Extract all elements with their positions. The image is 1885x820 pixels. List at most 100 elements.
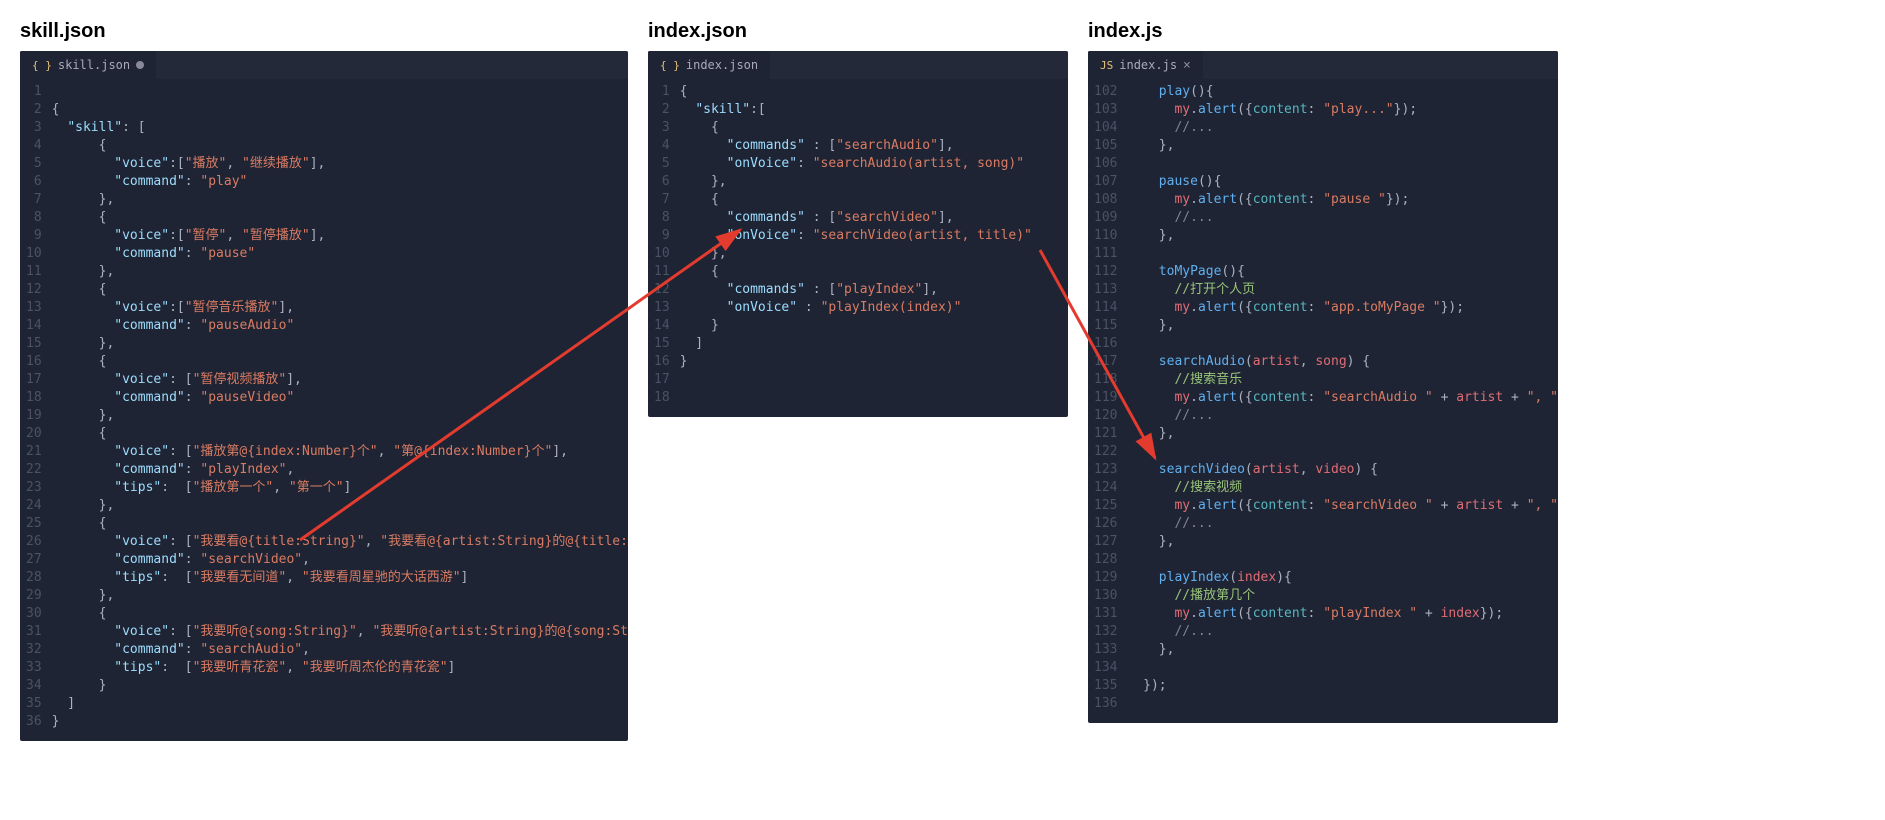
code-line[interactable]: "onVoice" : "playIndex(index)" xyxy=(680,299,1032,317)
code-line[interactable]: { xyxy=(52,353,628,371)
code-line[interactable]: "commands" : ["playIndex"], xyxy=(680,281,1032,299)
code-line[interactable]: //播放第几个 xyxy=(1127,587,1558,605)
code-line[interactable]: //... xyxy=(1127,515,1558,533)
code-line[interactable]: } xyxy=(680,353,1032,371)
code-line[interactable]: my.alert({content: "playIndex " + index}… xyxy=(1127,605,1558,623)
code-line[interactable]: "command": "play" xyxy=(52,173,628,191)
code-line[interactable]: my.alert({content: "searchAudio " + arti… xyxy=(1127,389,1558,407)
code-line[interactable]: my.alert({content: "app.toMyPage "}); xyxy=(1127,299,1558,317)
code-line[interactable]: }); xyxy=(1127,677,1558,695)
code-line[interactable]: ] xyxy=(52,695,628,713)
code-line[interactable]: "command": "searchAudio", xyxy=(52,641,628,659)
code-line[interactable]: //搜索视频 xyxy=(1127,479,1558,497)
code-line[interactable]: toMyPage(){ xyxy=(1127,263,1558,281)
code-line[interactable]: playIndex(index){ xyxy=(1127,569,1558,587)
code-line[interactable]: pause(){ xyxy=(1127,173,1558,191)
code-line[interactable]: { xyxy=(52,281,628,299)
code-line[interactable]: "tips": ["我要看无间道", "我要看周星驰的大话西游"] xyxy=(52,569,628,587)
code-line[interactable] xyxy=(1127,659,1558,677)
code-line[interactable]: "onVoice": "searchVideo(artist, title)" xyxy=(680,227,1032,245)
code-line[interactable]: //... xyxy=(1127,209,1558,227)
code-lines[interactable]: play(){ my.alert({content: "play..."}); … xyxy=(1127,83,1558,713)
code-line[interactable] xyxy=(680,371,1032,389)
code-line[interactable] xyxy=(680,389,1032,407)
code-line[interactable]: "command": "pauseVideo" xyxy=(52,389,628,407)
code-line[interactable]: my.alert({content: "play..."}); xyxy=(1127,101,1558,119)
code-line[interactable] xyxy=(1127,443,1558,461)
code-line[interactable]: //搜索音乐 xyxy=(1127,371,1558,389)
close-icon[interactable]: × xyxy=(1183,58,1191,73)
code-line[interactable]: }, xyxy=(52,587,628,605)
code-line[interactable]: { xyxy=(52,209,628,227)
code-line[interactable]: }, xyxy=(1127,533,1558,551)
code-line[interactable]: { xyxy=(680,83,1032,101)
code-line[interactable] xyxy=(1127,245,1558,263)
code-line[interactable]: "voice": ["我要看@{title:String}", "我要看@{ar… xyxy=(52,533,628,551)
editor-index-js[interactable]: JS index.js × 10210310410510610710810911… xyxy=(1088,51,1558,723)
code-line[interactable]: { xyxy=(52,605,628,623)
code-line[interactable]: }, xyxy=(52,191,628,209)
code-line[interactable]: }, xyxy=(52,497,628,515)
tab-skill-json[interactable]: { } skill.json xyxy=(20,51,156,79)
code-line[interactable]: }, xyxy=(1127,137,1558,155)
code-line[interactable] xyxy=(1127,155,1558,173)
code-line[interactable] xyxy=(1127,335,1558,353)
code-line[interactable]: { xyxy=(52,425,628,443)
code-line[interactable]: //打开个人页 xyxy=(1127,281,1558,299)
code-lines[interactable]: { "skill": [ { "voice":["播放", "继续播放"], "… xyxy=(52,83,628,731)
tab-index-js[interactable]: JS index.js × xyxy=(1088,51,1203,79)
code-line[interactable]: my.alert({content: "pause "}); xyxy=(1127,191,1558,209)
code-line[interactable]: "skill": [ xyxy=(52,119,628,137)
code-line[interactable]: my.alert({content: "searchVideo " + arti… xyxy=(1127,497,1558,515)
code-line[interactable]: "voice": ["我要听@{song:String}", "我要听@{art… xyxy=(52,623,628,641)
code-line[interactable]: { xyxy=(680,119,1032,137)
code-line[interactable]: "voice":["暂停", "暂停播放"], xyxy=(52,227,628,245)
code-line[interactable]: } xyxy=(52,713,628,731)
code-line[interactable]: "voice":["暂停音乐播放"], xyxy=(52,299,628,317)
code-line[interactable]: }, xyxy=(680,173,1032,191)
code-line[interactable]: { xyxy=(52,137,628,155)
code-line[interactable]: } xyxy=(52,677,628,695)
code-line[interactable]: //... xyxy=(1127,407,1558,425)
code-line[interactable]: "command": "playIndex", xyxy=(52,461,628,479)
code-line[interactable]: } xyxy=(680,317,1032,335)
code-line[interactable]: { xyxy=(680,263,1032,281)
code-line[interactable]: "commands" : ["searchVideo"], xyxy=(680,209,1032,227)
code-line[interactable]: }, xyxy=(1127,227,1558,245)
code-line[interactable] xyxy=(1127,695,1558,713)
code-area[interactable]: 123456789101112131415161718 { "skill":[ … xyxy=(648,79,1068,417)
code-line[interactable]: }, xyxy=(52,335,628,353)
code-line[interactable]: play(){ xyxy=(1127,83,1558,101)
code-line[interactable]: }, xyxy=(1127,317,1558,335)
code-line[interactable]: }, xyxy=(1127,425,1558,443)
code-line[interactable]: "skill":[ xyxy=(680,101,1032,119)
code-line[interactable]: }, xyxy=(52,263,628,281)
code-line[interactable]: searchAudio(artist, song) { xyxy=(1127,353,1558,371)
editor-index-json[interactable]: { } index.json 1234567891011121314151617… xyxy=(648,51,1068,417)
code-area[interactable]: 1021031041051061071081091101111121131141… xyxy=(1088,79,1558,723)
code-line[interactable]: "voice":["播放", "继续播放"], xyxy=(52,155,628,173)
code-line[interactable] xyxy=(52,83,628,101)
code-line[interactable]: "voice": ["暂停视频播放"], xyxy=(52,371,628,389)
code-line[interactable]: "commands" : ["searchAudio"], xyxy=(680,137,1032,155)
code-line[interactable]: "command": "pause" xyxy=(52,245,628,263)
code-line[interactable]: //... xyxy=(1127,119,1558,137)
code-line[interactable]: "command": "searchVideo", xyxy=(52,551,628,569)
code-line[interactable]: //... xyxy=(1127,623,1558,641)
code-line[interactable]: "voice": ["播放第@{index:Number}个", "第@{ind… xyxy=(52,443,628,461)
code-line[interactable]: }, xyxy=(52,407,628,425)
code-line[interactable]: "tips": ["我要听青花瓷", "我要听周杰伦的青花瓷"] xyxy=(52,659,628,677)
tab-index-json[interactable]: { } index.json xyxy=(648,51,770,79)
code-line[interactable]: }, xyxy=(680,245,1032,263)
editor-skill-json[interactable]: { } skill.json 1234567891011121314151617… xyxy=(20,51,628,741)
code-lines[interactable]: { "skill":[ { "commands" : ["searchAudio… xyxy=(680,83,1048,407)
code-line[interactable]: }, xyxy=(1127,641,1558,659)
code-line[interactable]: { xyxy=(52,101,628,119)
code-area[interactable]: 1234567891011121314151617181920212223242… xyxy=(20,79,628,741)
code-line[interactable]: "command": "pauseAudio" xyxy=(52,317,628,335)
code-line[interactable]: "onVoice": "searchAudio(artist, song)" xyxy=(680,155,1032,173)
code-line[interactable]: ] xyxy=(680,335,1032,353)
code-line[interactable]: { xyxy=(52,515,628,533)
code-line[interactable]: { xyxy=(680,191,1032,209)
code-line[interactable] xyxy=(1127,551,1558,569)
